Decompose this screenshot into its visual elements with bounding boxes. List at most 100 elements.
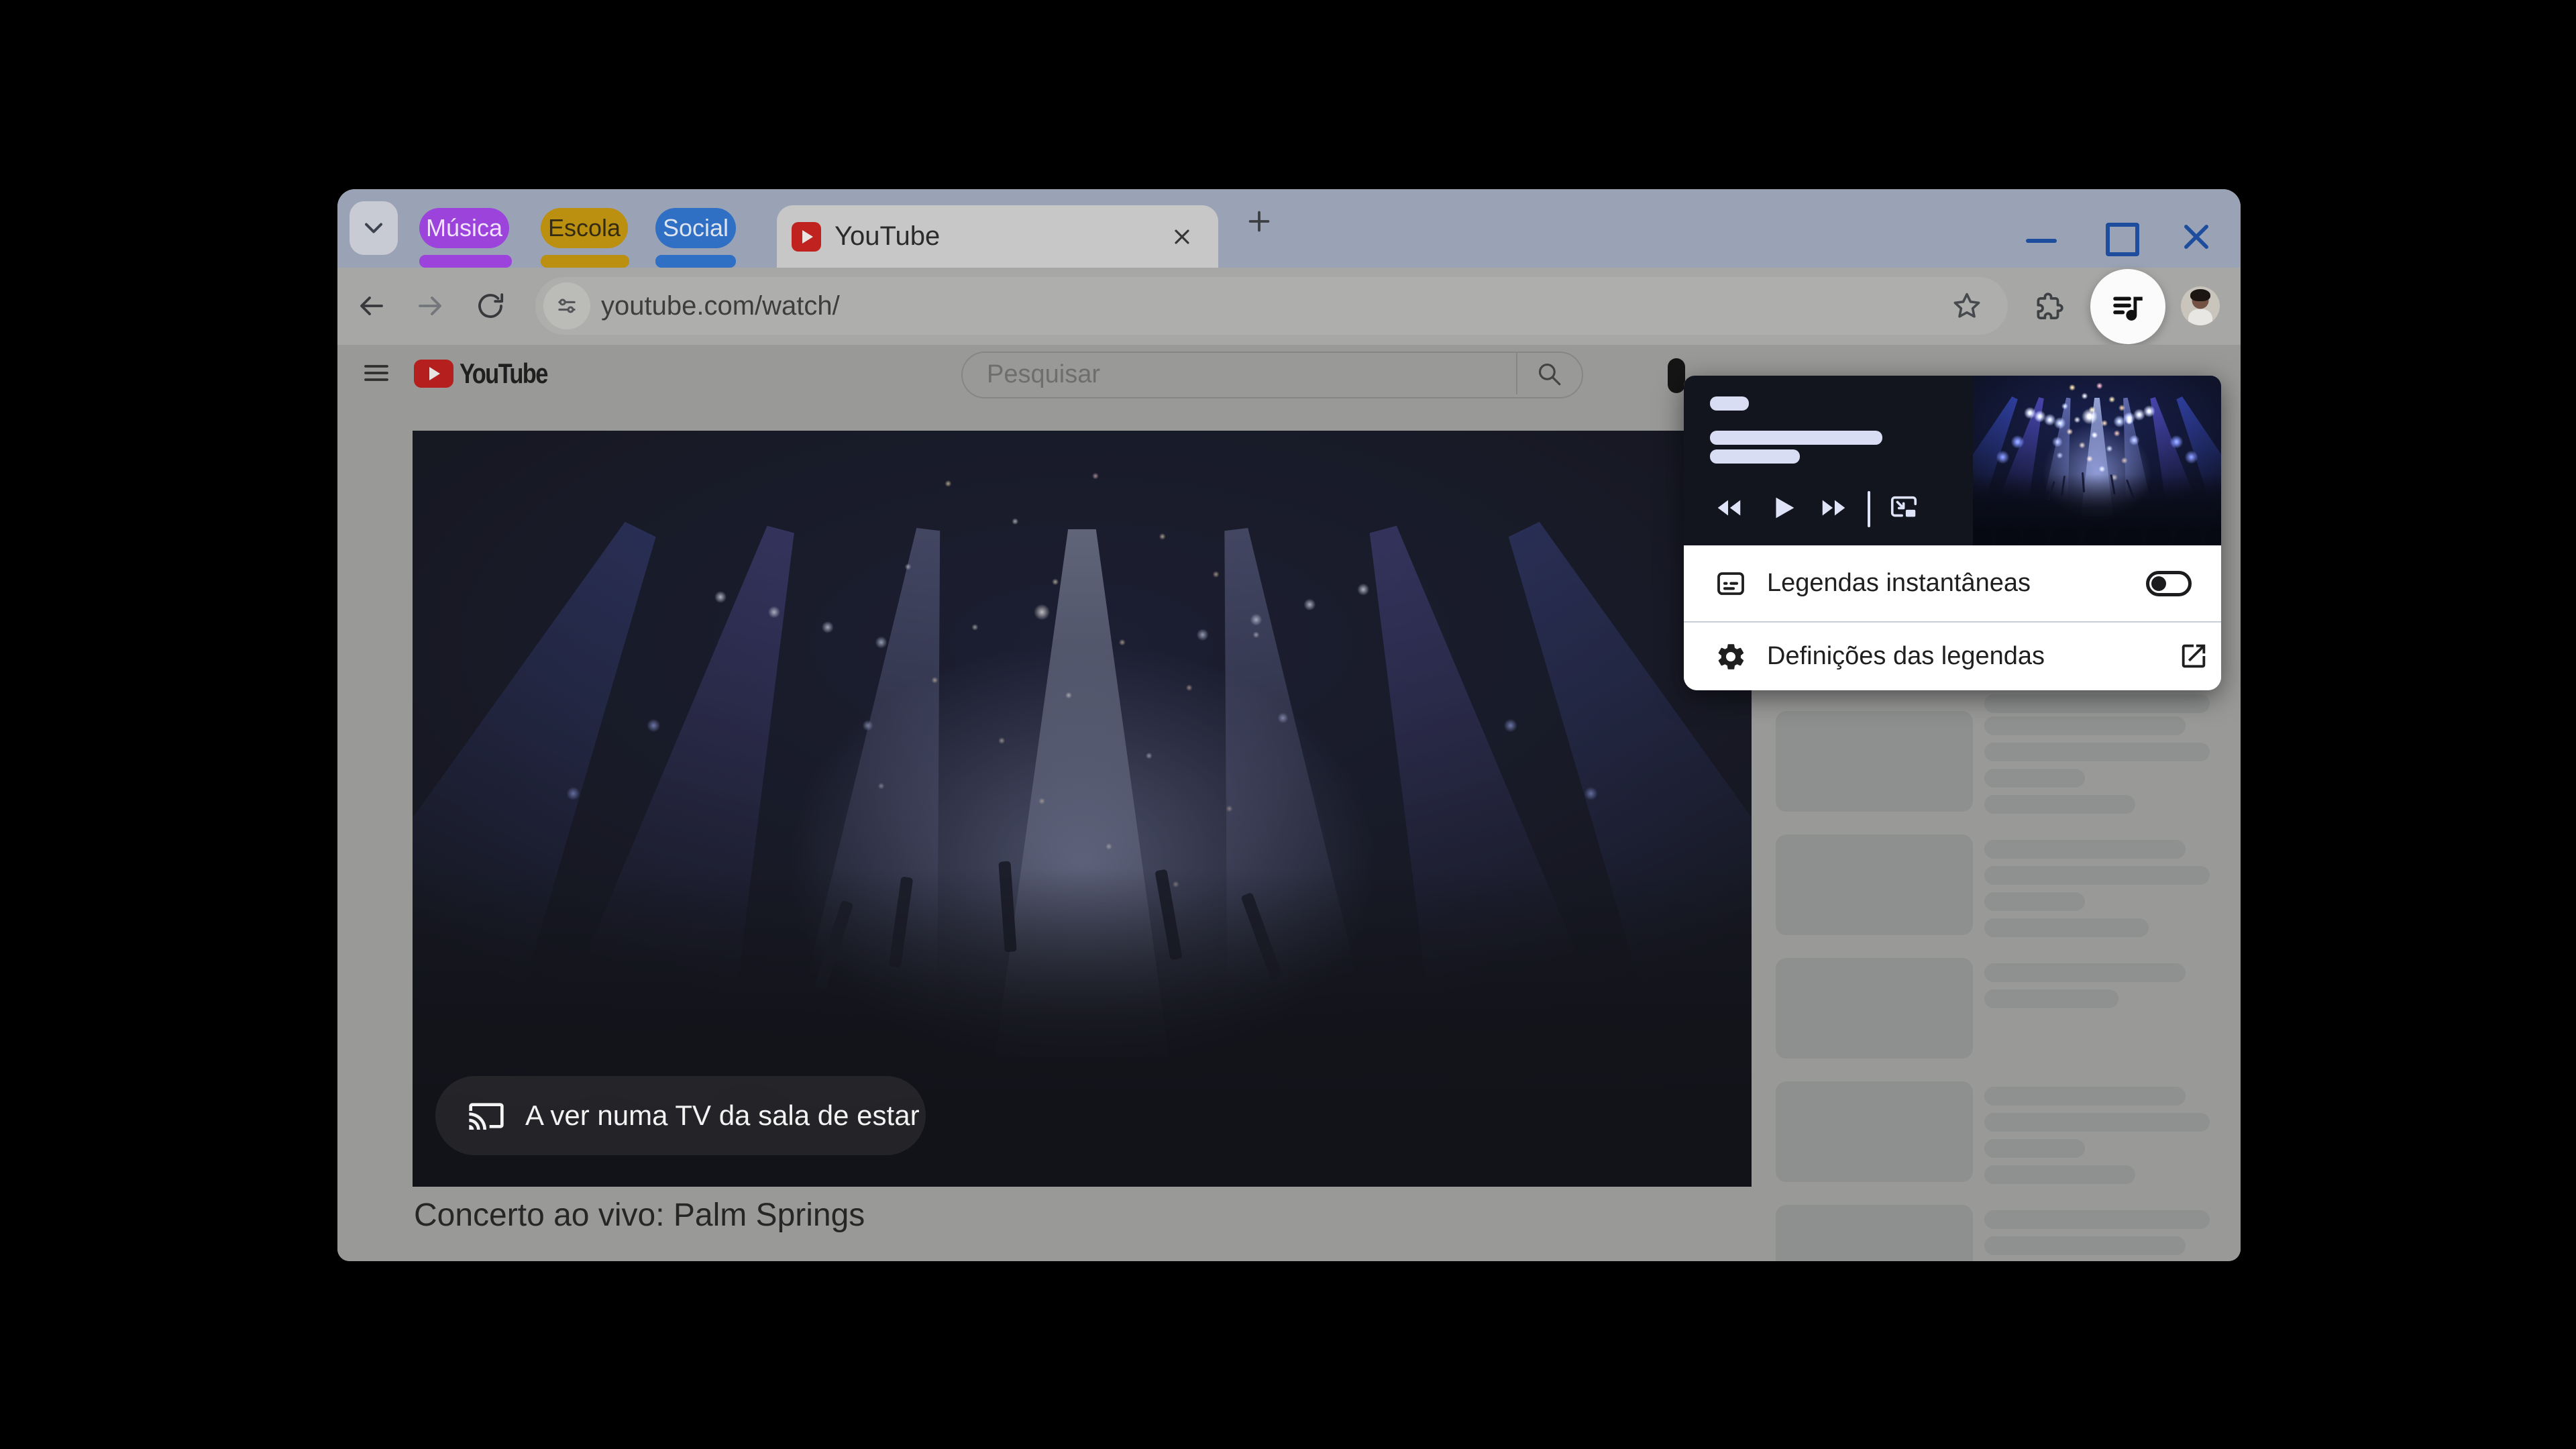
rewind-icon [1713,492,1744,523]
tab-group-chip-social[interactable]: Social [655,208,736,248]
plus-icon [1244,206,1275,237]
new-tab-button[interactable] [1235,197,1283,246]
voice-search-button[interactable] [1668,358,1685,393]
browser-window: Música Escola Social YouTube youtube.com… [337,189,2241,1261]
tab-group-chip-musica[interactable]: Música [419,208,509,248]
close-icon [2179,219,2214,254]
youtube-favicon-icon [792,222,821,252]
play-button[interactable] [1770,492,1797,523]
puzzle-icon [2032,290,2065,323]
toggle-knob [2151,576,2166,591]
search-button[interactable] [1517,353,1580,394]
skeleton-thumbnail [1776,835,1973,935]
caption-settings-row[interactable]: Definições das legendas [1684,623,2221,690]
cast-icon [468,1097,505,1134]
window-minimize-button[interactable] [2026,239,2057,243]
media-source-skeleton [1710,396,1749,411]
back-button[interactable] [355,290,387,322]
skeleton-thumbnail [1776,711,1973,812]
skeleton-text-bar [1984,694,2210,713]
tab-search-button[interactable] [350,201,398,255]
play-icon [1770,492,1797,523]
tab-group-underline-escola [541,255,629,268]
browser-toolbar: youtube.com/watch/ [337,268,2241,345]
site-settings-button[interactable] [543,282,590,329]
menu-button[interactable] [360,357,392,389]
controls-divider [1868,491,1870,527]
media-title-skeleton [1710,431,1882,445]
youtube-search-bar [961,352,1583,398]
media-session-card [1684,376,2221,545]
live-captions-row[interactable]: Legendas instantâneas [1684,545,2221,621]
tab-youtube[interactable]: YouTube [777,205,1218,268]
skeleton-text-bar [1984,743,2210,761]
search-icon [1535,360,1563,388]
queue-music-icon [2108,287,2147,326]
bookmark-star-button[interactable] [1951,290,1983,322]
forward-button[interactable] [415,290,447,322]
skeleton-text-bar [1984,866,2210,885]
skeleton-thumbnail [1776,1081,1973,1182]
window-close-button[interactable] [2181,221,2212,252]
live-captions-toggle[interactable] [2146,571,2192,596]
album-art [1973,376,2221,545]
star-icon [1951,290,1983,322]
skeleton-text-bar [1984,1210,2210,1229]
next-track-button[interactable] [1819,492,1849,523]
video-title: Concerto ao vivo: Palm Springs [414,1197,865,1233]
skeleton-text-bar [1984,840,2186,859]
tab-group-underline-musica [419,255,512,268]
tab-strip: Música Escola Social YouTube [337,189,2241,268]
picture-in-picture-button[interactable] [1888,492,1920,523]
previous-track-button[interactable] [1713,492,1744,523]
open-in-new-icon [2178,641,2209,672]
skeleton-text-bar [1984,1087,2186,1106]
skeleton-thumbnail [1776,1205,1973,1261]
captions-icon [1715,568,1747,600]
arrow-right-icon [415,290,447,322]
video-player[interactable]: A ver numa TV da sala de estar [413,431,1752,1187]
tab-title: YouTube [835,221,941,251]
close-icon [1170,225,1194,249]
skeleton-text-bar [1984,1139,2085,1158]
youtube-logo-icon[interactable] [414,360,453,388]
hamburger-icon [360,357,392,389]
fast-forward-icon [1819,492,1849,523]
skeleton-text-bar [1984,989,2118,1008]
skeleton-text-bar [1984,716,2186,735]
tab-group-label: Social [662,214,729,241]
cast-banner: A ver numa TV da sala de estar [435,1076,926,1155]
media-controls-popup: Legendas instantâneas Definições das leg… [1684,376,2221,690]
skeleton-text-bar [1984,1113,2210,1132]
chevron-down-icon [359,213,388,243]
profile-avatar[interactable] [2181,286,2220,325]
live-captions-label: Legendas instantâneas [1767,569,2031,597]
youtube-wordmark[interactable]: YouTube [460,345,548,402]
media-artist-skeleton [1710,449,1800,464]
media-controls-button[interactable] [2090,269,2165,344]
address-bar[interactable]: youtube.com/watch/ [535,277,2008,335]
gear-icon [1715,641,1747,673]
search-input[interactable] [985,353,1471,396]
skeleton-text-bar [1984,1165,2135,1184]
tab-group-underline-social [655,255,736,268]
window-maximize-button[interactable] [2106,223,2139,256]
arrow-left-icon [355,290,387,322]
skeleton-text-bar [1984,892,2085,911]
skeleton-text-bar [1984,1236,2186,1255]
tab-close-button[interactable] [1165,219,1199,254]
skeleton-text-bar [1984,918,2149,937]
tune-icon [554,293,580,319]
reload-icon [474,290,506,322]
skeleton-text-bar [1984,795,2135,814]
tab-group-chip-escola[interactable]: Escola [541,208,628,248]
skeleton-thumbnail [1776,958,1973,1059]
reload-button[interactable] [474,290,506,322]
tab-group-label: Escola [547,214,621,241]
extensions-button[interactable] [2032,290,2065,323]
caption-settings-label: Definições das legendas [1767,642,2045,670]
skeleton-text-bar [1984,963,2186,982]
pip-icon [1888,492,1920,523]
skeleton-text-bar [1984,769,2085,788]
tab-group-label: Música [425,214,503,241]
